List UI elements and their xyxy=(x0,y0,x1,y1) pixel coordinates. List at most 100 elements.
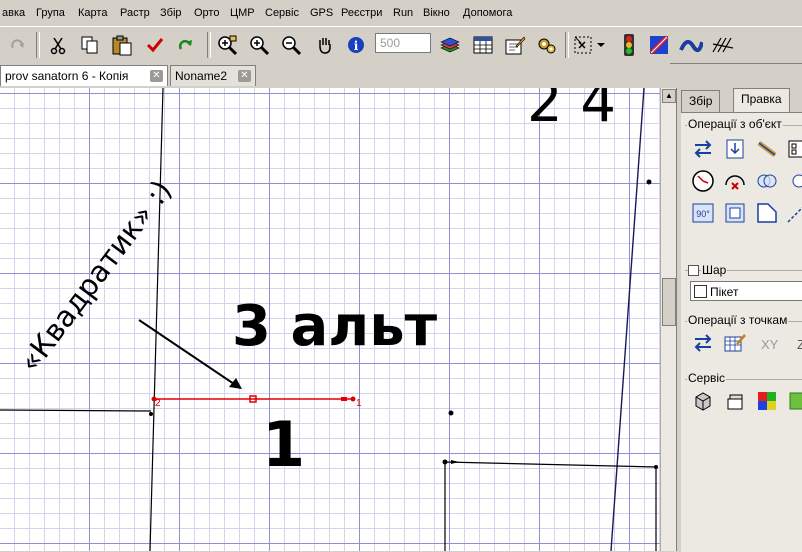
redo-disabled-icon[interactable] xyxy=(6,33,30,57)
z-label-partial[interactable]: Z xyxy=(797,337,802,352)
menu-run[interactable]: Run xyxy=(393,7,413,19)
line-end-point xyxy=(350,396,356,402)
paste-icon[interactable] xyxy=(110,33,134,57)
menu-bar: авка Група Карта Растр Збір Орто ЦМР Сер… xyxy=(0,0,802,27)
green-tool-icon[interactable] xyxy=(785,389,802,413)
close-icon[interactable]: ✕ xyxy=(238,70,251,82)
map-canvas[interactable]: 2 1 2 4 3 альт 1 «Квадратик» :) xyxy=(0,88,660,551)
layer-selector[interactable]: Пікет xyxy=(690,281,802,301)
copy-icon[interactable] xyxy=(78,33,102,57)
svg-text:i: i xyxy=(354,39,359,53)
layer-group-toggle[interactable] xyxy=(688,265,699,276)
circle-tool-icon[interactable] xyxy=(785,169,802,193)
intersect-circles-icon[interactable] xyxy=(755,169,779,193)
survey-point xyxy=(654,465,658,469)
group-object-operations: Операції з об'єкт xyxy=(687,117,783,131)
clock-icon[interactable] xyxy=(691,169,715,193)
tab-prov-sanatorn[interactable]: prov sanatorn 6 - Копія ✕ xyxy=(0,65,168,86)
cut-icon[interactable] xyxy=(46,33,70,57)
tab-edit[interactable]: Правка xyxy=(733,88,790,112)
zoom-plus-area-icon[interactable] xyxy=(215,33,239,57)
zoom-out-icon[interactable] xyxy=(279,33,303,57)
rotate-90-icon[interactable]: 90° xyxy=(691,201,715,225)
building-outline xyxy=(444,461,657,551)
menu-raster[interactable]: Растр xyxy=(120,7,150,19)
boundary-line-right xyxy=(610,88,645,551)
curve-tool-icon[interactable] xyxy=(679,33,703,57)
cut-corner-icon[interactable] xyxy=(755,201,779,225)
survey-point xyxy=(448,410,454,416)
pen-ruler-icon[interactable] xyxy=(647,33,671,57)
tools-panel: Збір Правка Операції з об'єкт 90° Шар Пі… xyxy=(676,88,802,552)
menu-dem[interactable]: ЦМР xyxy=(230,7,255,19)
annotation-1: 1 xyxy=(262,408,306,481)
menu-gps[interactable]: GPS xyxy=(310,7,333,19)
point-label-start: 2 xyxy=(155,398,161,409)
map-vertical-scrollbar[interactable]: ▲ xyxy=(660,88,677,551)
color-palette-icon[interactable] xyxy=(755,389,779,413)
menu-ortho[interactable]: Орто xyxy=(194,7,219,19)
zoom-in-icon[interactable] xyxy=(247,33,271,57)
annotation-numbers-2-4: 2 4 xyxy=(527,88,617,135)
xy-label[interactable]: XY xyxy=(761,337,778,352)
menu-group[interactable]: Група xyxy=(36,7,65,19)
line-end-handle xyxy=(341,397,347,401)
menu-help[interactable]: Допомога xyxy=(463,7,512,19)
tab-label: prov sanatorn 6 - Копія xyxy=(5,69,129,83)
package-icon[interactable] xyxy=(691,389,715,413)
swap-points-icon[interactable] xyxy=(691,331,715,355)
select-object-tool-icon[interactable] xyxy=(571,33,595,57)
menu-service[interactable]: Сервіс xyxy=(265,7,299,19)
survey-point xyxy=(646,179,652,185)
layer-checkbox[interactable] xyxy=(694,285,707,298)
menu-map[interactable]: Карта xyxy=(78,7,107,19)
square-frame-icon[interactable] xyxy=(723,201,747,225)
main-toolbar: i 500 xyxy=(0,27,802,64)
survey-point xyxy=(442,459,448,465)
group-layer: Шар xyxy=(701,263,728,277)
import-document-icon[interactable] xyxy=(723,137,747,161)
close-icon[interactable]: ✕ xyxy=(150,70,163,82)
settings-gears-icon[interactable] xyxy=(535,33,559,57)
traffic-light-icon[interactable] xyxy=(617,33,641,57)
scroll-thumb[interactable] xyxy=(662,278,676,326)
survey-point xyxy=(149,412,153,416)
scroll-up-icon[interactable]: ▲ xyxy=(662,89,676,103)
menu-registers[interactable]: Реєстри xyxy=(341,7,382,19)
group-point-operations: Операції з точкам xyxy=(687,313,789,327)
boundary-line-left xyxy=(149,88,164,551)
layer-value: Пікет xyxy=(710,285,739,299)
pan-hand-icon[interactable] xyxy=(313,33,337,57)
link-chain-icon[interactable] xyxy=(755,137,779,161)
apply-check-icon[interactable] xyxy=(143,33,167,57)
redo-icon[interactable] xyxy=(174,33,198,57)
menu-window[interactable]: Вікно xyxy=(423,7,450,19)
group-service: Сервіс xyxy=(687,371,727,385)
tab-label: Noname2 xyxy=(175,69,228,83)
document-tabs: prov sanatorn 6 - Копія ✕ Noname2 ✕ xyxy=(0,63,670,87)
swap-direction-icon[interactable] xyxy=(691,137,715,161)
points-table-edit-icon[interactable] xyxy=(723,331,747,355)
table-icon[interactable] xyxy=(471,33,495,57)
tab-collect[interactable]: Збір xyxy=(681,90,721,112)
scale-input[interactable]: 500 xyxy=(375,33,431,53)
info-icon[interactable]: i xyxy=(344,33,368,57)
hatch-lines-icon[interactable] xyxy=(711,33,735,57)
panel-body: Операції з об'єкт 90° Шар Пікет Операції… xyxy=(681,112,802,552)
annotation-arrow-line xyxy=(138,319,241,389)
svg-text:90°: 90° xyxy=(696,209,710,219)
edit-document-icon[interactable] xyxy=(503,33,527,57)
stack-boxes-icon[interactable] xyxy=(723,389,747,413)
grid-select-icon[interactable] xyxy=(785,137,802,161)
diagonal-split-icon[interactable] xyxy=(785,201,802,225)
annotation-3-alt: 3 альт xyxy=(232,294,438,359)
layers-icon[interactable] xyxy=(438,33,462,57)
annotation-arrowhead xyxy=(229,378,242,389)
menu-collect[interactable]: Збір xyxy=(160,7,182,19)
point-label-end: 1 xyxy=(356,398,362,409)
direction-arrow xyxy=(451,460,459,464)
tab-noname2[interactable]: Noname2 ✕ xyxy=(170,65,256,86)
menu-edit[interactable]: авка xyxy=(2,7,25,19)
chevron-down-icon[interactable] xyxy=(593,33,609,57)
arc-delete-icon[interactable] xyxy=(723,169,747,193)
